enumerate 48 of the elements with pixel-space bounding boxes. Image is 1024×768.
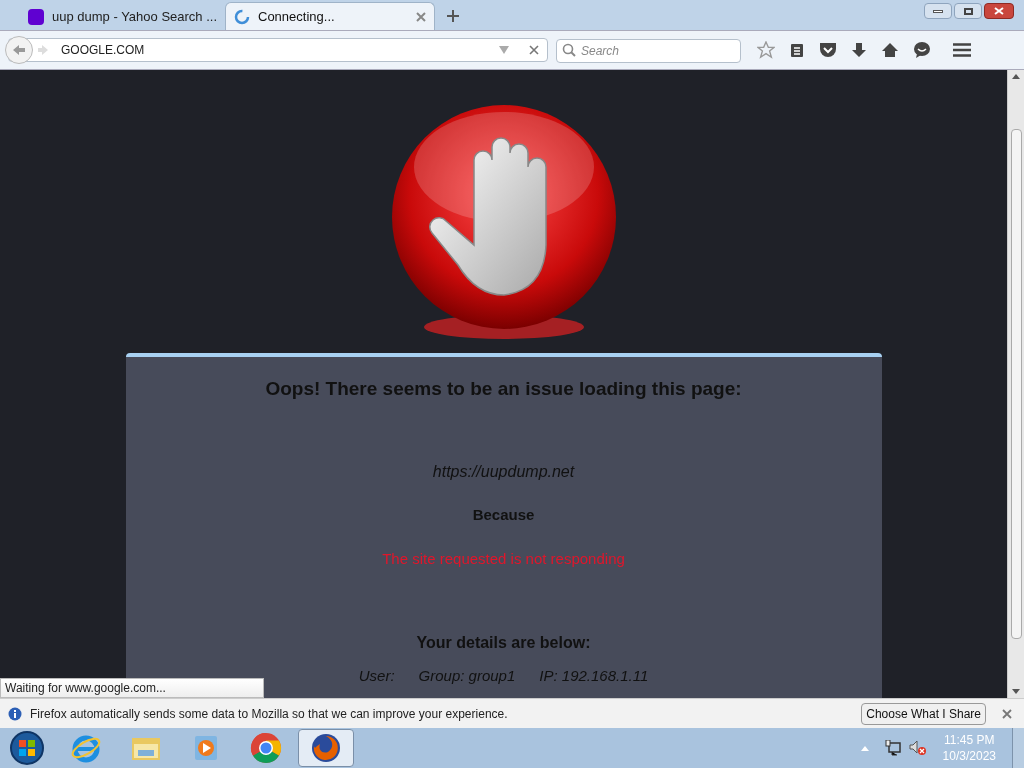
windows-logo-icon xyxy=(18,739,36,757)
close-icon[interactable] xyxy=(1002,708,1012,719)
detail-text: Group: group1 xyxy=(418,665,516,686)
close-icon[interactable] xyxy=(529,45,539,55)
home-icon[interactable] xyxy=(881,42,899,58)
muted-speaker-icon[interactable] xyxy=(908,740,927,756)
restore-icon xyxy=(963,7,973,15)
network-icon[interactable] xyxy=(884,740,901,756)
chrome-browser-icon xyxy=(250,732,282,764)
scroll-down-icon[interactable] xyxy=(1012,689,1020,694)
star-icon[interactable] xyxy=(757,41,775,59)
close-icon[interactable] xyxy=(416,11,426,22)
back-arrow-icon xyxy=(12,44,26,56)
close-icon xyxy=(994,7,1004,15)
scrollbar-thumb[interactable] xyxy=(1010,129,1022,639)
pocket-icon[interactable] xyxy=(819,42,837,58)
requested-url: https://uupdump.net xyxy=(432,461,575,482)
because-label: Because xyxy=(472,504,535,525)
scroll-up-icon[interactable] xyxy=(1012,74,1020,79)
menu-icon[interactable] xyxy=(953,43,971,57)
choose-what-i-share-button[interactable]: Choose What I Share xyxy=(861,702,986,725)
details-heading: Your details are below: xyxy=(416,632,591,653)
url-bar[interactable]: GOOGLE.COM xyxy=(8,38,548,62)
url-text: GOOGLE.COM xyxy=(61,42,146,59)
close-window-button[interactable] xyxy=(984,3,1014,19)
detail-text: User: xyxy=(358,665,395,686)
scrollbar[interactable] xyxy=(1007,70,1024,698)
status-popup: Waiting for www.google.com... xyxy=(0,678,264,698)
error-heading: Oops! There seems to be an issue loading this page: xyxy=(265,377,742,401)
restore-button[interactable] xyxy=(954,3,982,19)
error-reason: The site requested is not responding xyxy=(382,549,625,569)
back-button[interactable] xyxy=(5,36,33,64)
search-field[interactable]: Search xyxy=(556,39,741,63)
notification-message: Firefox automatically sends some data to Mozilla so that we can improve your experience. xyxy=(30,705,509,723)
search-icon xyxy=(562,43,576,57)
download-icon[interactable] xyxy=(851,42,867,58)
firefox-browser-icon xyxy=(310,732,342,764)
start-button[interactable] xyxy=(10,731,44,765)
minimize-button[interactable] xyxy=(924,3,952,19)
new-tab-icon[interactable] xyxy=(447,10,459,22)
loading-spinner-icon xyxy=(234,8,250,25)
browser-tab[interactable]: Connecting... xyxy=(225,2,435,30)
minimize-icon xyxy=(933,9,943,13)
detail-text: IP: 192.168.1.11 xyxy=(539,665,649,686)
taskbar-app[interactable] xyxy=(298,729,354,767)
info-icon xyxy=(8,706,22,721)
chat-icon[interactable] xyxy=(913,41,931,59)
clipboard-icon[interactable] xyxy=(789,42,805,58)
